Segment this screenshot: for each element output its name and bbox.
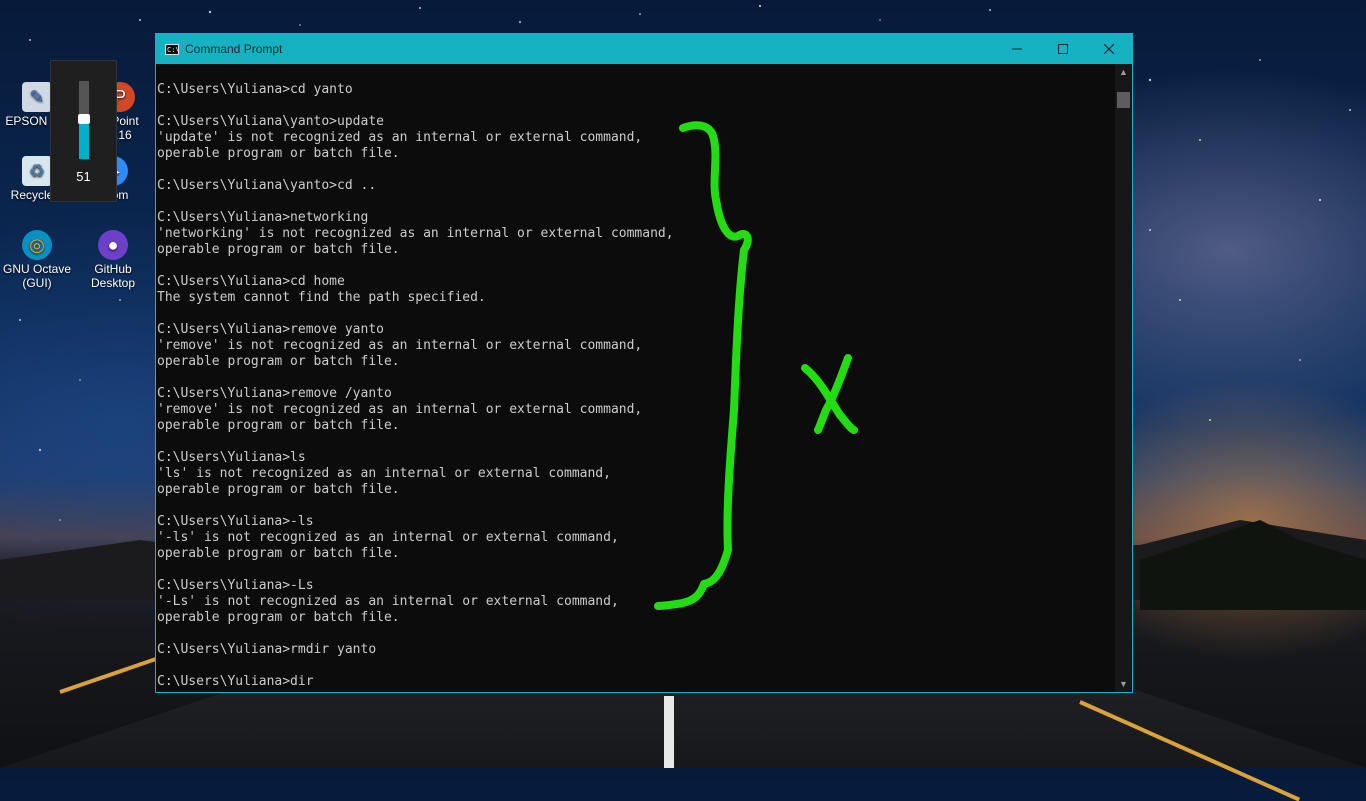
- maximize-icon: [1058, 44, 1068, 54]
- scroll-down-arrow-icon[interactable]: ▼: [1115, 676, 1132, 692]
- scroll-up-arrow-icon[interactable]: ▲: [1115, 64, 1132, 80]
- command-prompt-window[interactable]: C:\ Command Prompt C:\Users\Yuliana>cd y…: [155, 33, 1133, 693]
- volume-slider-fill: [79, 119, 89, 159]
- desktop-icon-github-desktop[interactable]: ● GitHub Desktop: [76, 230, 150, 290]
- volume-slider-thumb[interactable]: [78, 114, 90, 124]
- volume-level: 51: [76, 169, 91, 184]
- recycle-bin-icon: ♻: [22, 156, 52, 186]
- command-prompt-icon: C:\: [165, 43, 180, 55]
- console-line: 'ls' is not recognized as an internal or…: [157, 466, 611, 481]
- console-line: 'remove' is not recognized as an interna…: [157, 402, 643, 417]
- scrollbar-thumb[interactable]: [1117, 92, 1130, 108]
- console-line: operable program or batch file.: [157, 482, 400, 497]
- console-line: operable program or batch file.: [157, 354, 400, 369]
- console-line: C:\Users\Yuliana>cd home: [157, 274, 345, 289]
- desktop-icon-label: GNU Octave (GUI): [2, 262, 71, 290]
- console-line: C:\Users\Yuliana>cd yanto: [157, 82, 353, 97]
- volume-flyout: 51: [50, 60, 117, 202]
- console-line: '-ls' is not recognized as an internal o…: [157, 530, 619, 545]
- console-line: operable program or batch file.: [157, 418, 400, 433]
- console-line: '-Ls' is not recognized as an internal o…: [157, 594, 619, 609]
- console-line: C:\Users\Yuliana>-ls: [157, 514, 314, 529]
- minimize-button[interactable]: [994, 34, 1040, 64]
- epson-scan-icon: ✎: [22, 82, 52, 112]
- console-line: The system cannot find the path specifie…: [157, 290, 486, 305]
- console-line: C:\Users\Yuliana>remove yanto: [157, 322, 384, 337]
- console-line: 'remove' is not recognized as an interna…: [157, 338, 643, 353]
- console-line: C:\Users\Yuliana>dir: [157, 674, 314, 689]
- road-center-line: [664, 696, 674, 768]
- vertical-scrollbar[interactable]: ▲ ▼: [1115, 64, 1132, 692]
- console-line: C:\Users\Yuliana\yanto>update: [157, 114, 384, 129]
- console-line: C:\Users\Yuliana\yanto>cd ..: [157, 178, 377, 193]
- console-line: 'update' is not recognized as an interna…: [157, 130, 643, 145]
- close-button[interactable]: [1086, 34, 1132, 64]
- console-line: C:\Users\Yuliana>-Ls: [157, 578, 314, 593]
- console-line: operable program or batch file.: [157, 610, 400, 625]
- window-title: Command Prompt: [185, 42, 283, 56]
- console-line: operable program or batch file.: [157, 242, 400, 257]
- console-line: operable program or batch file.: [157, 146, 400, 161]
- console-line: 'networking' is not recognized as an int…: [157, 226, 674, 241]
- console-output[interactable]: C:\Users\Yuliana>cd yanto C:\Users\Yulian…: [156, 64, 1116, 692]
- volume-slider[interactable]: [78, 81, 90, 159]
- console-line: operable program or batch file.: [157, 546, 400, 561]
- console-line: C:\Users\Yuliana>rmdir yanto: [157, 642, 377, 657]
- close-icon: [1104, 44, 1114, 54]
- github-icon: ●: [98, 230, 128, 260]
- minimize-icon: [1012, 48, 1022, 50]
- desktop-icon-label: GitHub Desktop: [90, 262, 136, 290]
- console-line: C:\Users\Yuliana>ls: [157, 450, 306, 465]
- desktop-icon-gnu-octave[interactable]: ◎ GNU Octave (GUI): [0, 230, 74, 290]
- console-line: C:\Users\Yuliana>remove /yanto: [157, 386, 392, 401]
- title-bar[interactable]: C:\ Command Prompt: [156, 34, 1132, 64]
- maximize-button[interactable]: [1040, 34, 1086, 64]
- octave-icon: ◎: [22, 230, 52, 260]
- console-line: C:\Users\Yuliana>networking: [157, 210, 369, 225]
